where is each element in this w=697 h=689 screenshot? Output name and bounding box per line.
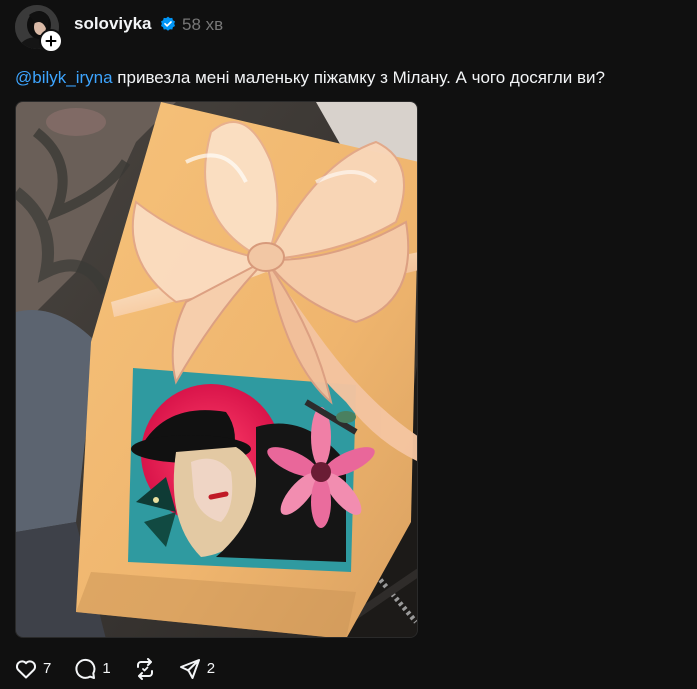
plus-icon <box>45 35 57 47</box>
mention-link[interactable]: @bilyk_iryna <box>15 68 113 87</box>
repost-icon <box>136 658 153 680</box>
comment-icon <box>75 658 96 679</box>
follow-button[interactable] <box>39 29 63 53</box>
comment-count: 1 <box>102 660 111 677</box>
author-username[interactable]: soloviyka <box>74 13 152 35</box>
post-actions: 7 1 2 <box>15 656 238 682</box>
author-avatar-container[interactable] <box>15 5 63 53</box>
like-count: 7 <box>43 660 52 677</box>
caption-text: привезла мені маленьку піжамку з Мілану.… <box>112 68 605 87</box>
post-timestamp[interactable]: 58 хв <box>182 14 223 36</box>
repost-button[interactable] <box>134 656 156 682</box>
share-icon <box>179 659 200 679</box>
share-button[interactable]: 2 <box>179 656 215 682</box>
thread-post: soloviyka 58 хв @bilyk_iryna привезла ме… <box>0 0 697 689</box>
heart-icon <box>15 660 37 679</box>
post-image[interactable] <box>15 101 418 638</box>
like-button[interactable]: 7 <box>15 656 51 682</box>
comment-button[interactable]: 1 <box>74 656 111 682</box>
post-caption: @bilyk_iryna привезла мені маленьку піжа… <box>15 66 605 90</box>
verified-badge-icon <box>161 16 175 31</box>
share-count: 2 <box>206 660 216 677</box>
